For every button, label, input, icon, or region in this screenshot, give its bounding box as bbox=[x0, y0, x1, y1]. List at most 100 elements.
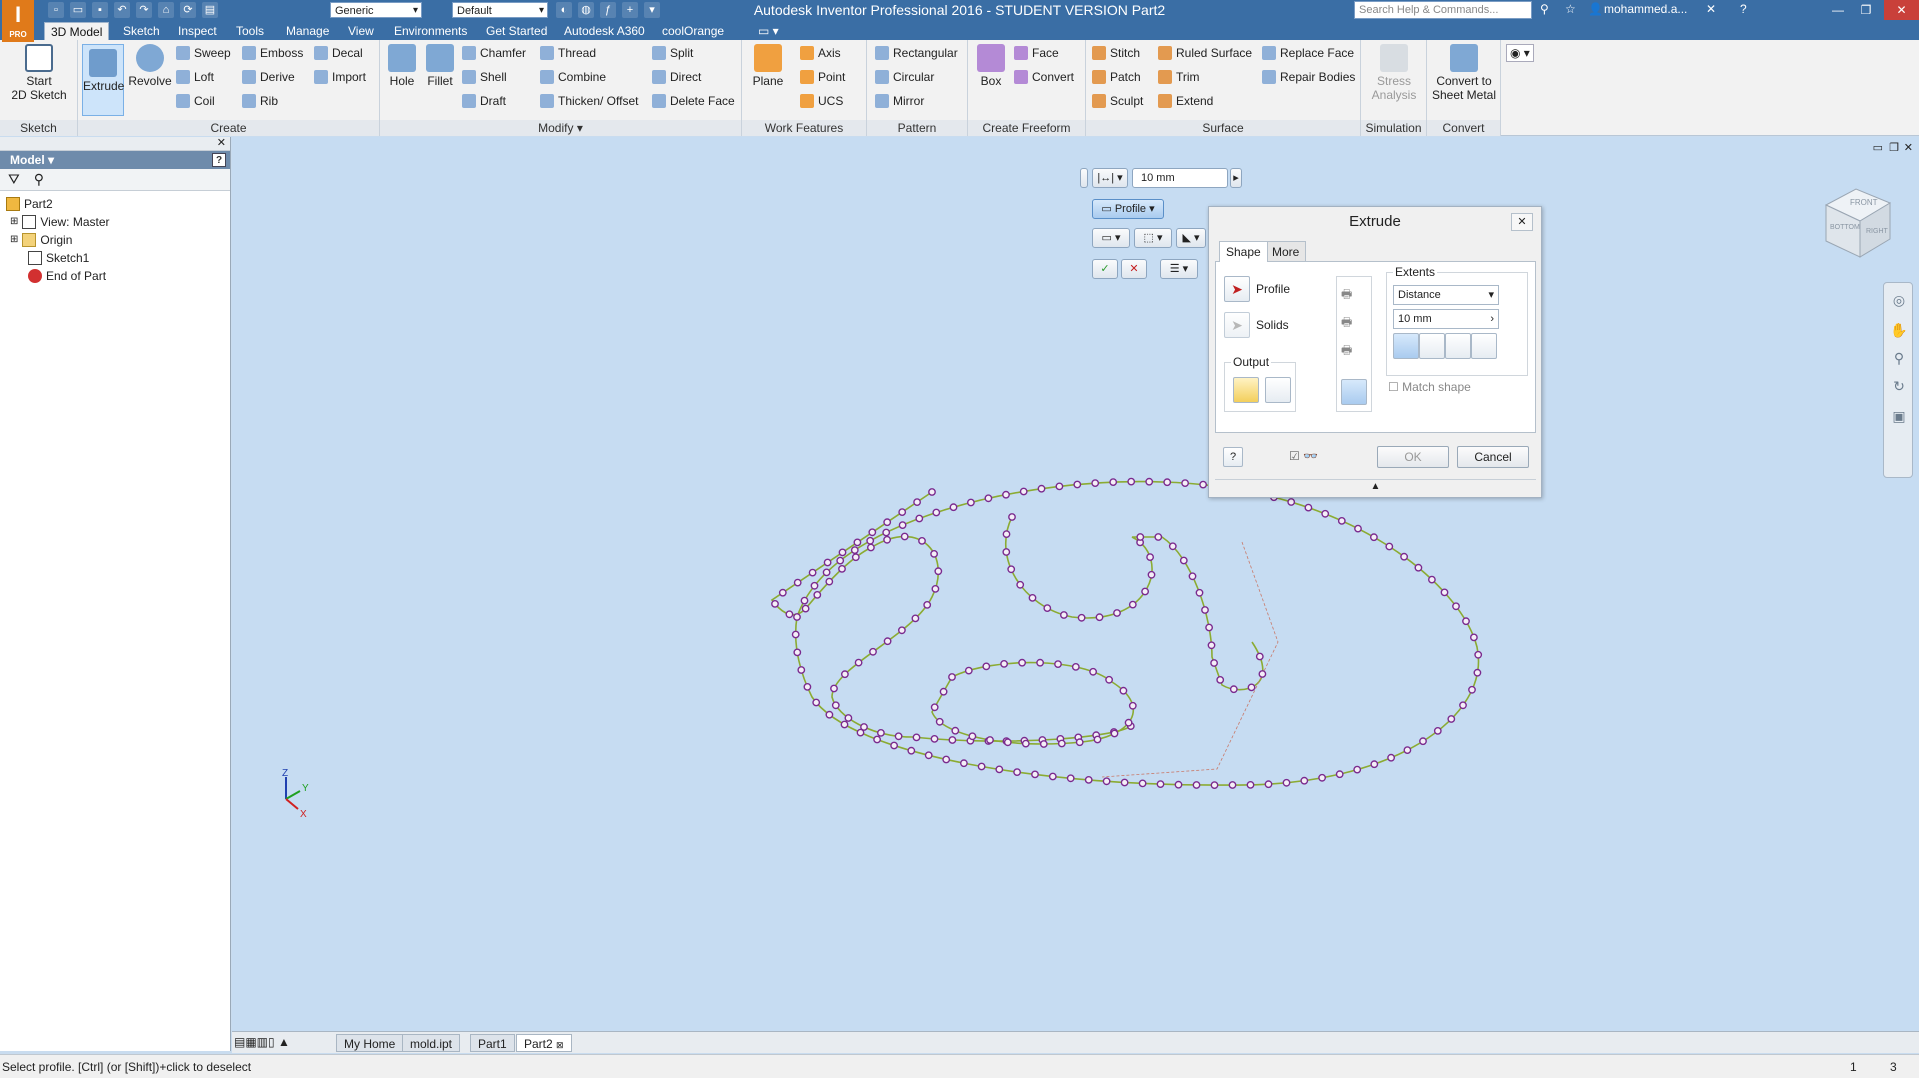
sketch-point[interactable] bbox=[853, 538, 862, 547]
sketch-point[interactable] bbox=[844, 714, 853, 722]
convert-to-sheet-metal-button[interactable]: Convert to Sheet Metal bbox=[1431, 44, 1497, 102]
cancel-button[interactable]: Cancel bbox=[1457, 446, 1529, 468]
sketch-point[interactable] bbox=[1075, 738, 1084, 747]
orbit-icon[interactable]: ↻ bbox=[1890, 377, 1908, 395]
find-icon[interactable]: ⚲ bbox=[34, 171, 44, 188]
axis-button[interactable]: Axis bbox=[800, 44, 841, 62]
sketch-point[interactable] bbox=[995, 765, 1004, 774]
sketch-point[interactable] bbox=[838, 548, 847, 557]
sketch-point[interactable] bbox=[1304, 503, 1313, 512]
sketch-point[interactable] bbox=[912, 733, 921, 742]
sketch-point[interactable] bbox=[1210, 659, 1218, 667]
sketch-point[interactable] bbox=[1428, 575, 1436, 584]
sketch-point[interactable] bbox=[1019, 487, 1028, 496]
filter-icon[interactable]: ⛛ bbox=[8, 171, 20, 188]
doc-tab-mold[interactable]: mold.ipt bbox=[402, 1034, 461, 1052]
sketch-point[interactable] bbox=[791, 630, 800, 639]
sketch-point[interactable] bbox=[1145, 477, 1154, 486]
solids-select-button[interactable]: ➤ bbox=[1224, 312, 1250, 338]
thicken-offset-button[interactable]: Thicken/ Offset bbox=[540, 92, 638, 110]
sketch-point[interactable] bbox=[1084, 776, 1093, 784]
sketch-point[interactable] bbox=[822, 568, 831, 577]
sketch-point[interactable] bbox=[1229, 685, 1238, 694]
sketch-point[interactable] bbox=[924, 751, 933, 760]
sketch-point[interactable] bbox=[1119, 686, 1128, 695]
direction-symmetric-button[interactable] bbox=[1445, 333, 1471, 359]
sketch-point[interactable] bbox=[911, 614, 920, 623]
sketch-point[interactable] bbox=[1447, 715, 1456, 723]
binoculars-icon[interactable]: ⚲ bbox=[1540, 2, 1549, 16]
output-solid-button[interactable] bbox=[1233, 377, 1259, 403]
sketch-point[interactable] bbox=[1192, 781, 1201, 789]
sketch-point[interactable] bbox=[778, 588, 787, 597]
sketch-point[interactable] bbox=[1120, 778, 1129, 787]
join-icon[interactable]: 🖶 bbox=[1341, 285, 1367, 311]
sketch-point[interactable] bbox=[1300, 776, 1309, 785]
tab-autodesk-a360[interactable]: Autodesk A360 bbox=[558, 22, 651, 40]
sketch-point[interactable] bbox=[803, 683, 812, 691]
panel-title-modify[interactable]: Modify ▾ bbox=[380, 120, 741, 136]
tab-tools[interactable]: Tools bbox=[230, 22, 270, 40]
sketch-point[interactable] bbox=[1008, 513, 1016, 521]
sketch-point[interactable] bbox=[1321, 509, 1330, 518]
sketch-point[interactable] bbox=[964, 666, 973, 675]
close-tab-icon[interactable]: ⊠ bbox=[556, 1040, 564, 1050]
tab-environments[interactable]: Environments bbox=[388, 22, 473, 40]
rib-button[interactable]: Rib bbox=[242, 92, 278, 110]
options-dropdown[interactable]: ☰ ▾ bbox=[1160, 259, 1198, 279]
apply-check-button[interactable]: ✓ bbox=[1092, 259, 1118, 279]
sketch-point[interactable] bbox=[1318, 773, 1327, 782]
sketch-point[interactable] bbox=[951, 726, 960, 735]
loft-button[interactable]: Loft bbox=[176, 68, 214, 86]
tree-item-view-master[interactable]: ⊞ View: Master bbox=[10, 213, 110, 231]
sketch-point[interactable] bbox=[1013, 768, 1021, 776]
ucs-button[interactable]: UCS bbox=[800, 92, 843, 110]
sketch-point[interactable] bbox=[877, 729, 885, 737]
new-solid-dropdown[interactable]: ⬚ ▾ bbox=[1134, 228, 1172, 248]
convert-button[interactable]: Convert bbox=[1014, 68, 1074, 86]
sketch-point[interactable] bbox=[1028, 593, 1037, 602]
sketch-point[interactable] bbox=[883, 637, 892, 646]
chamfer-button[interactable]: Chamfer bbox=[462, 44, 526, 62]
sketch-point[interactable] bbox=[942, 755, 951, 764]
ribbon-options-icon[interactable]: ▭ ▾ bbox=[752, 22, 785, 40]
sketch-point[interactable] bbox=[1247, 683, 1256, 692]
tab-view[interactable]: View bbox=[342, 22, 380, 40]
sketch-point[interactable] bbox=[823, 558, 832, 567]
sculpt-button[interactable]: Sculpt bbox=[1092, 92, 1143, 110]
sketch-point[interactable] bbox=[1201, 606, 1209, 614]
circular-pattern-button[interactable]: Circular bbox=[875, 68, 934, 86]
mirror-button[interactable]: Mirror bbox=[875, 92, 924, 110]
trim-button[interactable]: Trim bbox=[1158, 68, 1200, 86]
browser-header[interactable]: Model ▾ ? bbox=[0, 151, 230, 169]
import-button[interactable]: Import bbox=[314, 68, 366, 86]
sketch-point[interactable] bbox=[1195, 588, 1204, 597]
sketch-point[interactable] bbox=[1370, 533, 1378, 542]
zoom-icon[interactable]: ⚲ bbox=[1890, 349, 1908, 367]
sketch-point[interactable] bbox=[1387, 753, 1396, 762]
sketch-point[interactable] bbox=[1128, 600, 1137, 609]
help-icon[interactable]: ? bbox=[1740, 2, 1747, 16]
sketch-point[interactable] bbox=[928, 488, 936, 496]
sketch-point[interactable] bbox=[1468, 685, 1476, 694]
distance-field[interactable]: 10 mm › bbox=[1393, 309, 1499, 329]
dialog-close-button[interactable]: ✕ bbox=[1511, 213, 1533, 231]
sketch-point[interactable] bbox=[1136, 533, 1145, 541]
sketch-point[interactable] bbox=[986, 736, 994, 744]
sketch-point[interactable] bbox=[1337, 516, 1346, 525]
sketch-point[interactable] bbox=[932, 508, 941, 517]
sketch-point[interactable] bbox=[812, 698, 821, 707]
draft-button[interactable]: Draft bbox=[462, 92, 506, 110]
split-button[interactable]: Split bbox=[652, 44, 693, 62]
ruled-surface-button[interactable]: Ruled Surface bbox=[1158, 44, 1252, 62]
app-menu-button[interactable]: I PRO bbox=[2, 0, 34, 42]
sketch-point[interactable] bbox=[1473, 668, 1482, 677]
sketch-point[interactable] bbox=[1054, 660, 1062, 668]
exchange-icon[interactable]: ✕ bbox=[1706, 2, 1716, 16]
sketch-point[interactable] bbox=[810, 581, 819, 590]
sketch-point[interactable] bbox=[1073, 480, 1082, 489]
sketch-point[interactable] bbox=[1002, 530, 1011, 538]
sketch-point[interactable] bbox=[949, 503, 958, 512]
face-button[interactable]: Face bbox=[1014, 44, 1059, 62]
tab-3d-model[interactable]: 3D Model bbox=[44, 22, 110, 40]
